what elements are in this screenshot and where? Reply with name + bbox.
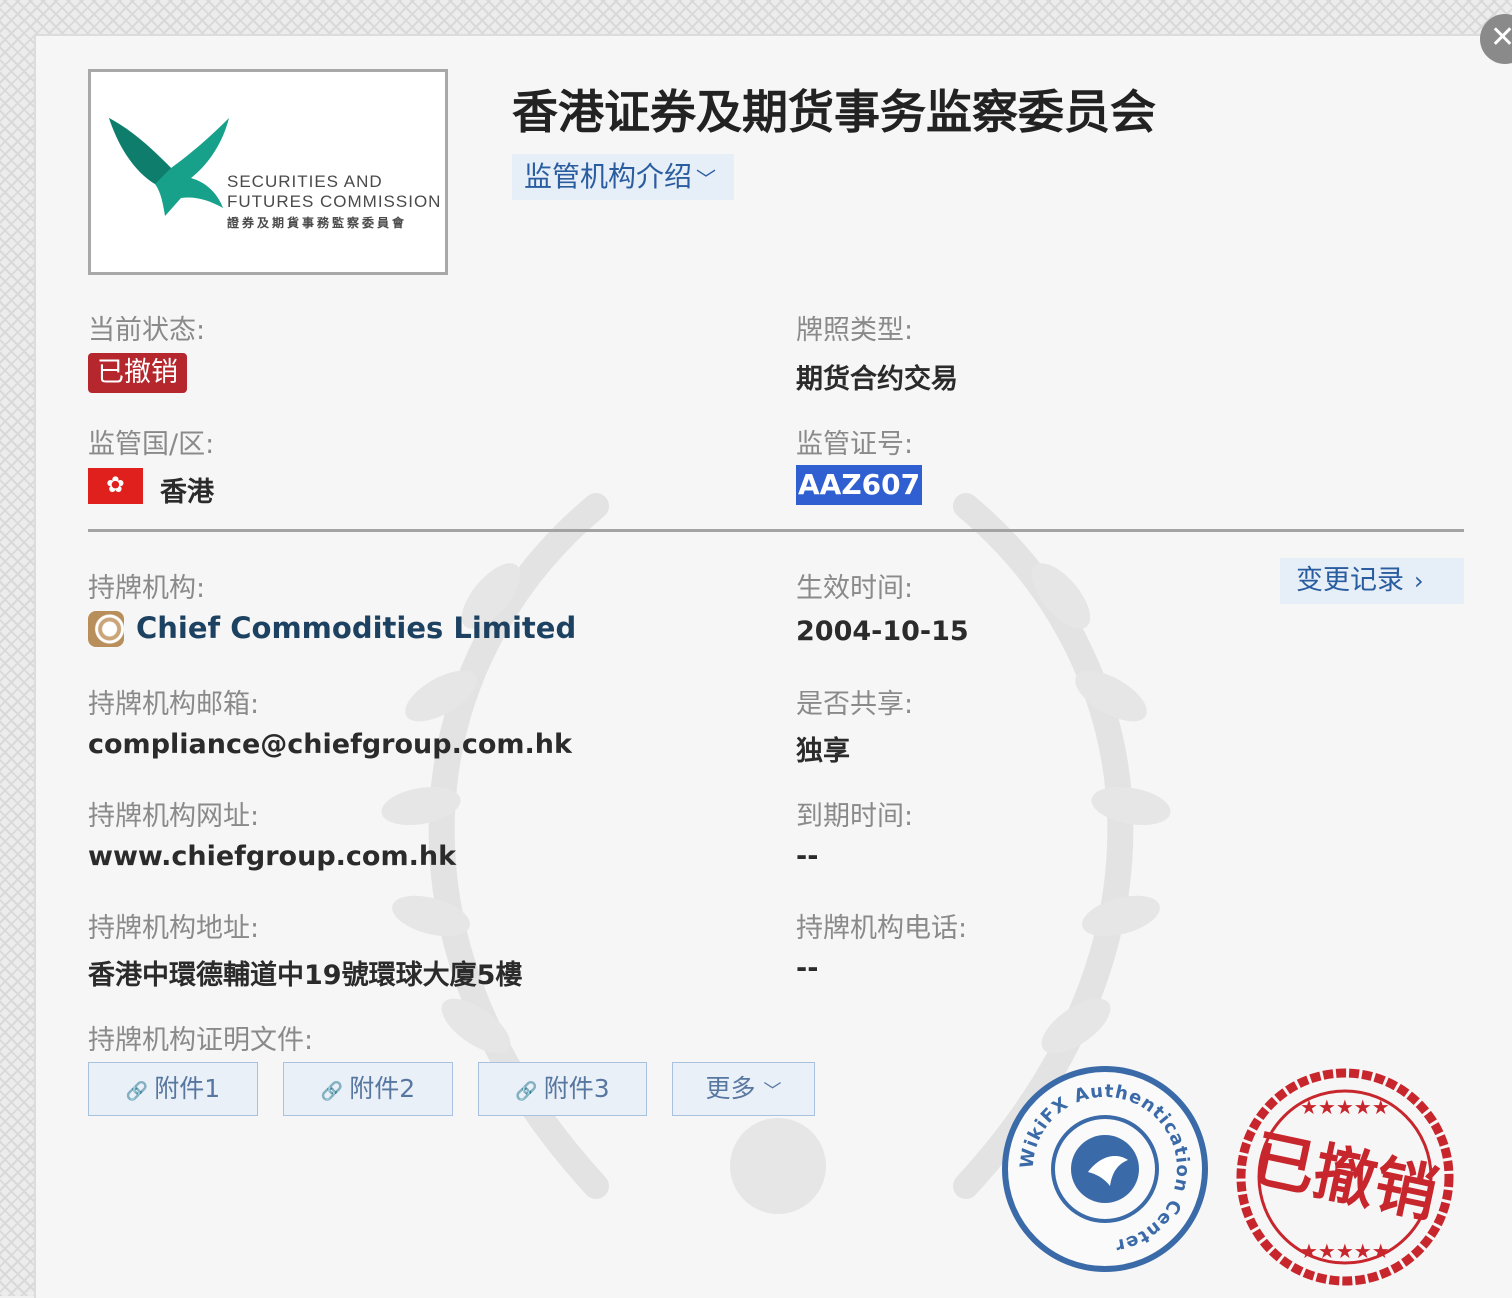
holder-label: 持牌机构: — [88, 573, 206, 604]
close-icon: ✕ — [1490, 20, 1512, 55]
section-divider — [88, 529, 1464, 532]
svg-text:★★★★★: ★★★★★ — [1300, 1239, 1390, 1263]
logo-text-zh: 證券及期貨事務監察委員會 — [227, 216, 408, 230]
address-value: 香港中環德輔道中19號環球大廈5樓 — [88, 960, 523, 991]
hong-kong-flag-icon: ✿ — [88, 468, 143, 504]
status-badge: 已撤销 — [88, 353, 187, 393]
region-label: 监管国/区: — [88, 429, 215, 460]
effective-label: 生效时间: — [796, 573, 914, 604]
attachment-label: 附件1 — [154, 1074, 221, 1103]
more-attachments-button[interactable]: 更多 ﹀ — [672, 1062, 815, 1116]
documents-label: 持牌机构证明文件: — [88, 1025, 314, 1056]
intro-button-label: 监管机构介绍 — [524, 160, 693, 193]
more-label: 更多 — [705, 1074, 756, 1103]
company-logo-icon — [88, 611, 124, 647]
license-no-value[interactable]: AAZ607 — [796, 465, 923, 505]
shared-label: 是否共享: — [796, 689, 914, 720]
logo-text-en-1: SECURITIES AND — [227, 172, 383, 191]
attachment-label: 附件3 — [543, 1074, 610, 1103]
regulator-logo: SECURITIES AND FUTURES COMMISSION 證券及期貨事… — [88, 69, 448, 275]
link-icon: 🔗 — [515, 1081, 538, 1102]
regulator-title: 香港证券及期货事务监察委员会 — [512, 85, 1156, 139]
email-label: 持牌机构邮箱: — [88, 689, 260, 720]
attachment-button-1[interactable]: 🔗 附件1 — [88, 1062, 258, 1116]
license-type-value: 期货合约交易 — [796, 364, 958, 395]
change-record-button[interactable]: 变更记录 › — [1280, 558, 1464, 604]
status-label: 当前状态: — [88, 315, 206, 346]
expiry-label: 到期时间: — [796, 801, 914, 832]
change-record-label: 变更记录 — [1296, 565, 1404, 596]
attachment-button-2[interactable]: 🔗 附件2 — [283, 1062, 453, 1116]
svg-text:★★★★★: ★★★★★ — [1300, 1095, 1390, 1119]
website-label: 持牌机构网址: — [88, 801, 260, 832]
logo-text-en-2: FUTURES COMMISSION — [227, 192, 442, 211]
license-no-label: 监管证号: — [796, 429, 914, 460]
region-value: 香港 — [160, 477, 214, 508]
attachment-button-3[interactable]: 🔗 附件3 — [478, 1062, 647, 1116]
expiry-value: -- — [796, 841, 819, 872]
link-icon: 🔗 — [320, 1081, 344, 1102]
link-icon: 🔗 — [125, 1081, 149, 1102]
holder-name-link[interactable]: Chief Commodities Limited — [136, 611, 576, 645]
phone-label: 持牌机构电话: — [796, 913, 968, 944]
chevron-down-icon: ﹀ — [763, 1081, 782, 1102]
website-value[interactable]: www.chiefgroup.com.hk — [88, 841, 456, 872]
license-type-label: 牌照类型: — [796, 315, 914, 346]
shared-value: 独享 — [796, 736, 850, 767]
revoked-stamp: ★★★★★ ★★★★★ 已撤销 — [1236, 1068, 1454, 1286]
address-label: 持牌机构地址: — [88, 913, 260, 944]
attachment-label: 附件2 — [349, 1074, 416, 1103]
regulator-intro-button[interactable]: 监管机构介绍 ﹀ — [512, 154, 734, 200]
revoked-stamp-text: 已撤销 — [1247, 1121, 1444, 1231]
phone-value: -- — [796, 953, 819, 984]
chevron-down-icon: ﹀ — [696, 167, 717, 191]
chevron-right-icon: › — [1414, 567, 1424, 595]
effective-value: 2004-10-15 — [796, 616, 969, 647]
authentication-stamp: WikiFX Authentication Center — [1002, 1066, 1208, 1272]
email-value: compliance@chiefgroup.com.hk — [88, 729, 572, 760]
